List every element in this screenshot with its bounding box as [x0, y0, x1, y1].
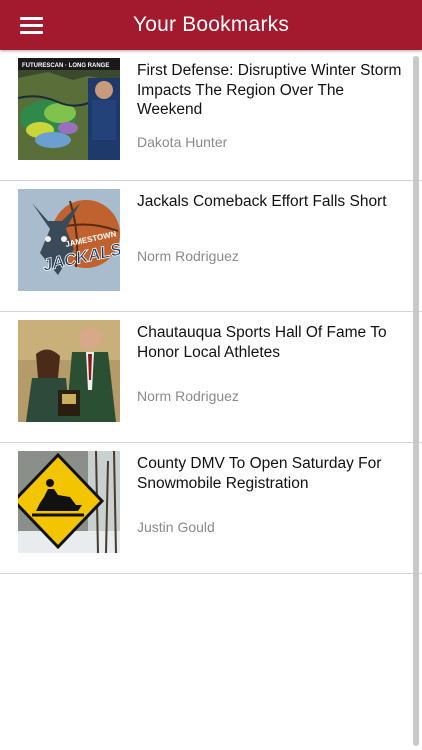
bookmark-author: Norm Rodriguez — [137, 388, 239, 404]
bookmark-headline[interactable]: Jackals Comeback Effort Falls Short — [137, 192, 409, 212]
jackals-logo-thumbnail[interactable]: JAMESTOWN JACKALS — [18, 189, 120, 291]
page-title: Your Bookmarks — [132, 13, 290, 36]
bookmark-list: FUTURESCAN · LONG RANGE First Defense: D… — [0, 50, 422, 574]
bookmark-headline[interactable]: First Defense: Disruptive Winter Storm I… — [137, 61, 409, 120]
app-header: Your Bookmarks — [0, 0, 422, 50]
bookmark-author: Justin Gould — [137, 519, 215, 535]
bookmark-headline[interactable]: Chautauqua Sports Hall Of Fame To Honor … — [137, 323, 409, 362]
weather-map-thumbnail[interactable]: FUTURESCAN · LONG RANGE — [18, 58, 120, 160]
bookmark-item[interactable]: JAMESTOWN JACKALS Jackals Comeback Effor… — [0, 181, 422, 312]
award-photo-thumbnail[interactable] — [18, 320, 120, 422]
scrollbar[interactable] — [413, 56, 419, 746]
bookmark-item[interactable]: County DMV To Open Saturday For Snowmobi… — [0, 443, 422, 574]
bookmark-headline[interactable]: County DMV To Open Saturday For Snowmobi… — [137, 454, 409, 493]
bookmark-author: Norm Rodriguez — [137, 248, 239, 264]
bookmark-author: Dakota Hunter — [137, 134, 228, 150]
snowmobile-sign-thumbnail[interactable] — [18, 451, 120, 553]
thumbnail-caption: FUTURESCAN · LONG RANGE — [22, 63, 109, 69]
bookmark-item[interactable]: FUTURESCAN · LONG RANGE First Defense: D… — [0, 50, 422, 181]
bookmark-item[interactable]: Chautauqua Sports Hall Of Fame To Honor … — [0, 312, 422, 443]
